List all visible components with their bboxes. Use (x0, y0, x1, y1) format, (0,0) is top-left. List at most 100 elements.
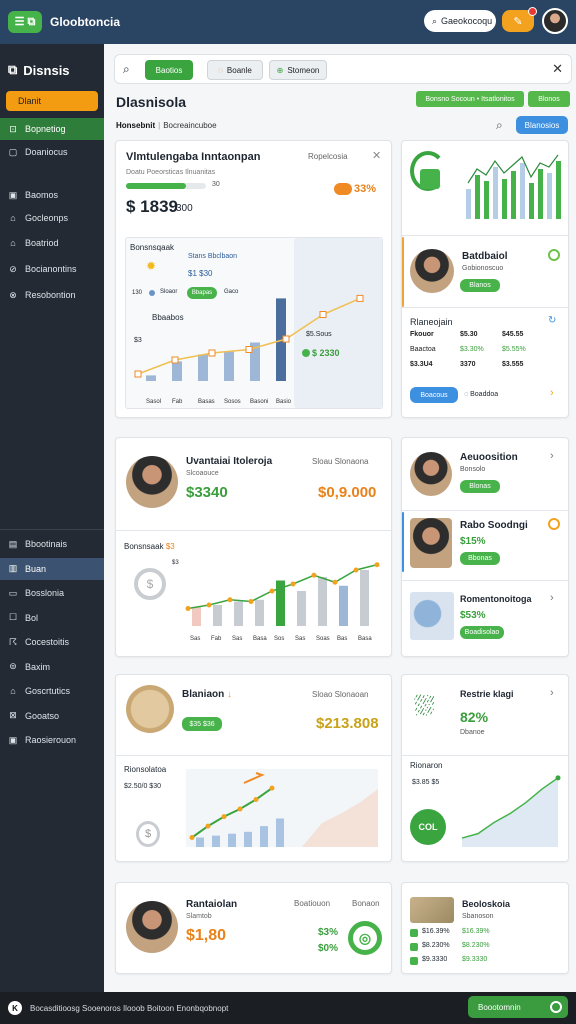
mini-bar-2 (484, 181, 489, 219)
sidebar-item-3[interactable]: ▣ Baomos (0, 184, 104, 206)
chevron-right-icon[interactable]: › (550, 592, 554, 604)
accent-bar (402, 237, 404, 307)
mini-bar-4 (502, 179, 507, 219)
balance-button[interactable]: $35 $36 (182, 717, 222, 731)
profile-summary-card: Batdbaiol Gobionoscuo Blanos Rlaneojain … (401, 140, 569, 418)
sidebar-item-6[interactable]: ⊘ Bocianontins (0, 258, 104, 280)
bar-6 (318, 577, 327, 626)
search-icon[interactable]: ⌕ (496, 118, 503, 133)
sidebar-item-8[interactable]: ⊠ Gooatso (0, 705, 104, 727)
nav-icon: ▤ (8, 538, 18, 549)
toggle-icon (550, 1001, 562, 1013)
user-avatar[interactable] (542, 8, 568, 34)
header-blue-button[interactable]: Blanosios (516, 116, 568, 134)
status-toggle[interactable] (548, 518, 560, 530)
agent-stat-2: $0% (318, 943, 339, 954)
sidebar-item-7[interactable]: ⌂ Goscrtutics (0, 680, 104, 702)
chevron-right-icon[interactable]: › (550, 450, 554, 462)
card-subtitle: Doatu Poeorsticas Ilnuanitas (126, 169, 216, 176)
table-cell: $5.55% (502, 346, 526, 353)
contact-button-3[interactable]: Boadisolao (460, 626, 504, 639)
refresh-icon[interactable]: ↻ (548, 315, 556, 326)
coin-icon (126, 685, 174, 733)
filter-chip-3[interactable]: ⊕ Stomeon (269, 60, 327, 80)
sidebar-item-9[interactable]: ▣ Raosierouon (0, 729, 104, 751)
sidebar-item-label: Goscrtutics (25, 686, 71, 696)
nav-icon: ⊡ (9, 123, 17, 134)
close-icon[interactable]: ✕ (372, 149, 381, 162)
sidebar-item-4[interactable]: ☐ Bol (0, 607, 104, 629)
trend-point-5 (269, 785, 275, 791)
sidebar-item-2[interactable]: ▢ Doaniocus (0, 141, 104, 163)
contacts-card: Aeuoosition Bonsolo Blonas › Rabo Soodng… (401, 437, 569, 657)
trend-point-4 (269, 588, 275, 594)
sidebar-item-label: Gooatso (25, 710, 60, 721)
status-toggle[interactable] (548, 249, 560, 261)
x-tick-label: Basoni (250, 399, 268, 405)
contact-button-2[interactable]: Bbonas (460, 552, 500, 565)
chart-title: Bonsnsaak $3 (124, 542, 175, 551)
mini-bar-7 (529, 183, 534, 219)
card-divider (402, 235, 568, 236)
menu-button[interactable]: ☰ ⧉ (8, 11, 42, 33)
dollar-coin-icon: $ (136, 821, 160, 847)
sidebar-primary-button[interactable]: Dlanit (6, 91, 98, 111)
bar-5 (276, 818, 284, 847)
header-action-button[interactable]: Bonsno Socoun • Itsatlonitos (416, 91, 524, 107)
bar-1 (212, 835, 220, 847)
x-tick-label: Basas (198, 399, 215, 405)
trend-point-4 (282, 335, 290, 343)
sidebar-item-3[interactable]: ▭ Bosslonia (0, 582, 104, 604)
chevron-right-icon[interactable]: › (550, 387, 554, 399)
sidebar-item-5[interactable]: ☈ Cocestoitis (0, 631, 104, 653)
rate-card: ⛆ Restrie klagi 82% Dbanoe › Rionaron $3… (401, 674, 569, 862)
nav-icon: ⊠ (9, 710, 17, 720)
x-tick-label: Basa (358, 636, 372, 642)
card-divider (116, 530, 391, 531)
sidebar-item-5[interactable]: ⌂ Boatriod (0, 232, 104, 254)
nav-icon: ☐ (8, 612, 18, 622)
sidebar-item-7[interactable]: ⊗ Resobontion (0, 284, 104, 306)
contact-value-2: $15% (460, 536, 486, 547)
trend-line (137, 297, 361, 375)
notifications-button[interactable]: ✎ (502, 7, 537, 32)
card-divider (116, 755, 391, 756)
rate-value: 82% (460, 709, 489, 725)
footer-button[interactable]: Boootomnin (468, 996, 568, 1018)
secondary-action-link[interactable]: ◌ Boaddoa (464, 391, 498, 398)
sidebar-item-1[interactable]: ▤ Bbootinais (0, 533, 104, 555)
trend-point-3 (245, 346, 253, 353)
sidebar-item-2[interactable]: ▥ Buan (0, 557, 104, 580)
agent-stat-1: $3% (318, 927, 339, 938)
top-search-button[interactable]: ⌕ Gaeokocoqu (424, 10, 496, 32)
chevron-right-icon[interactable]: › (550, 687, 554, 699)
card-link[interactable]: Ropelcosia (308, 152, 348, 161)
x-tick-label: Sosos (224, 399, 241, 405)
sidebar-item-6[interactable]: ⊜ Baxim (0, 656, 104, 678)
filter-chip-2-label: Boanle (226, 65, 252, 75)
filter-chip-1[interactable]: Baotios (145, 60, 193, 80)
contact-button-1[interactable]: Blonas (460, 480, 500, 493)
overview-card: Vlmtulengaba Inntaonpan Ropelcosia ✕ Doa… (115, 140, 392, 418)
breadcrumb-current[interactable]: Honsebnit (116, 121, 155, 130)
header-secondary-button[interactable]: Blonos (528, 91, 570, 107)
trend-point-3 (237, 806, 243, 812)
contact-avatar-2 (410, 518, 452, 568)
overview-chart: Sasol Fab Basas Sosos Basoni Basio (134, 294, 364, 405)
primary-action-button[interactable]: Boacous (410, 387, 458, 403)
bar-2 (198, 354, 208, 381)
table-cell: $5.30 (460, 331, 478, 338)
chart-label: $2.50/0 $30 (124, 783, 161, 790)
trend-point-5 (290, 581, 296, 587)
sidebar-item-4[interactable]: ⌂ Gocleonps (0, 207, 104, 229)
breadcrumb-rest[interactable]: Bocreaincuboe (163, 121, 216, 130)
bar-0 (192, 606, 201, 626)
filter-chip-2[interactable]: ◌ Boanle (207, 60, 263, 80)
trend-point-6 (356, 294, 364, 302)
person-button[interactable]: Blanos (460, 279, 500, 292)
nav-icon: ▭ (8, 587, 18, 598)
world-map-icon (410, 592, 454, 640)
row-marker (410, 929, 418, 937)
close-icon[interactable]: ✕ (552, 61, 563, 77)
sidebar-item-1[interactable]: ⊡ Bopnetiog (0, 118, 104, 140)
